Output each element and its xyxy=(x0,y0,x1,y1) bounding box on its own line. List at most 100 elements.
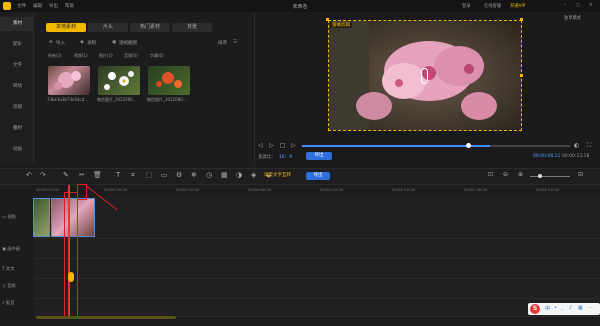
media-name-image-2: 微信图片_2022080... xyxy=(147,97,187,102)
ime-logo[interactable]: S xyxy=(530,304,540,314)
zoom-fit-icon[interactable]: ⊡ xyxy=(488,171,493,178)
total-time: 00:00:13.18 xyxy=(562,154,590,159)
text-track[interactable] xyxy=(34,259,600,279)
speed-icon[interactable]: ⚙ xyxy=(176,171,182,179)
next-frame-icon[interactable]: ▷ xyxy=(291,142,296,149)
crop-icon[interactable]: ⌗ xyxy=(131,171,135,180)
voiceover-track[interactable] xyxy=(34,299,600,317)
filter-all[interactable]: 所有(3) xyxy=(48,53,62,59)
voice-to-text-button[interactable]: 语音文字互转 xyxy=(264,172,291,178)
settings-icon[interactable]: ⊟ xyxy=(578,171,583,178)
tab-intro[interactable]: 片头 xyxy=(88,23,128,32)
resize-handle[interactable] xyxy=(520,74,523,77)
prev-frame-icon[interactable]: ◁ xyxy=(258,142,263,149)
filter-image[interactable]: 图片(2) xyxy=(99,53,113,59)
clock-icon[interactable]: ◷ xyxy=(206,171,212,179)
filter-subtitle[interactable]: 字幕(0) xyxy=(150,53,164,59)
ime-punct-icon[interactable]: 、 xyxy=(561,305,566,312)
ime-keyboard-icon[interactable]: ▦ xyxy=(578,305,583,311)
sidebar-item-material[interactable]: 素材 xyxy=(0,17,34,31)
audio-track[interactable] xyxy=(34,279,600,299)
menu-icon[interactable]: ☰ xyxy=(233,40,237,45)
sidebar-item-filter[interactable]: 滤镜 xyxy=(0,101,34,115)
fullscreen-icon[interactable]: ⛶ xyxy=(587,142,591,150)
record-button[interactable]: 录制 xyxy=(87,40,96,46)
record-icon[interactable]: ◉ xyxy=(80,40,84,45)
play-icon[interactable]: ▷ xyxy=(269,142,274,149)
ruler-tick-label: 00:01:20.00 xyxy=(392,187,416,192)
media-thumb-video[interactable] xyxy=(48,66,90,95)
current-time: 00:00:08.11 xyxy=(533,154,561,159)
volume-icon[interactable]: ◐ xyxy=(574,142,579,149)
ruler-tick-label: 00:00:16.00 xyxy=(104,187,128,192)
track-label-voiceover: ♪ 配音 xyxy=(2,300,15,305)
color-icon[interactable]: ◑ xyxy=(236,171,242,179)
login-link[interactable]: 登录 xyxy=(462,3,471,9)
ime-dot-icon[interactable]: • xyxy=(554,305,557,311)
timeline-scrollbar[interactable] xyxy=(36,316,176,319)
canvas-handle-icon[interactable] xyxy=(421,68,428,84)
audio-track-icon: ♫ xyxy=(2,283,6,288)
video-icon[interactable]: ▭ xyxy=(161,171,168,179)
frame-icon[interactable]: ▣ xyxy=(112,40,116,45)
stop-icon[interactable]: □ xyxy=(280,142,286,149)
video-track[interactable] xyxy=(34,195,600,239)
resize-handle[interactable] xyxy=(326,18,329,21)
tab-hot-material[interactable]: 热门素材 xyxy=(130,23,170,32)
playhead[interactable] xyxy=(68,185,70,318)
resize-handle[interactable] xyxy=(520,18,523,21)
ime-mic-icon[interactable]: ♪ xyxy=(569,305,572,311)
minimize-button[interactable]: – xyxy=(564,3,566,8)
tab-background[interactable]: 背景 xyxy=(172,23,212,32)
filter-icon[interactable]: ◈ xyxy=(251,171,256,179)
preview-export-button[interactable]: 导出 xyxy=(306,152,332,160)
watermark: 蜜蜂剪辑 xyxy=(330,22,352,28)
scissors-icon[interactable]: ✂ xyxy=(79,171,85,179)
import-icon[interactable]: ⊕ xyxy=(49,40,53,45)
ruler-tick-label: 00:00:32.00 xyxy=(176,187,200,192)
sidebar-item-transition[interactable]: 转场 xyxy=(0,80,34,94)
ime-more-icon[interactable]: ⋯ xyxy=(588,305,593,311)
track-label-pip: ▣ 画中画 xyxy=(2,246,20,251)
pen-icon[interactable]: ✎ xyxy=(63,171,69,179)
import-button[interactable]: 导入 xyxy=(56,40,65,46)
pip-track[interactable] xyxy=(34,239,600,259)
redo-icon[interactable]: ↷ xyxy=(40,171,46,179)
timeline-clip-image-1[interactable] xyxy=(33,198,50,237)
text-icon[interactable]: T xyxy=(116,171,120,179)
sidebar-item-music[interactable]: 配乐 xyxy=(0,38,34,52)
ratio-label: 宽高比： xyxy=(258,155,276,160)
media-thumb-image-2[interactable] xyxy=(148,66,190,95)
frame-capture-button[interactable]: 逐帧截图 xyxy=(119,40,137,46)
freeze-icon[interactable]: ❄ xyxy=(191,171,197,179)
support-link[interactable]: 在线客服 xyxy=(484,3,501,9)
sort-button[interactable]: 排序 xyxy=(218,40,227,46)
sidebar-item-text[interactable]: 文字 xyxy=(0,59,34,73)
ratio-value[interactable]: 16：9 xyxy=(279,154,292,160)
media-thumb-image-1[interactable] xyxy=(98,66,140,95)
delete-icon[interactable]: 🗑 xyxy=(93,171,102,179)
ruler-tick-label: 00:01:04.00 xyxy=(320,187,344,192)
tab-local-material[interactable]: 本地素材 xyxy=(46,23,86,32)
close-button[interactable]: ✕ xyxy=(589,3,593,8)
sidebar-item-animation[interactable]: 动画 xyxy=(0,143,34,157)
edit-toolbar xyxy=(0,168,600,185)
undo-icon[interactable]: ↶ xyxy=(26,171,32,179)
zoom-slider[interactable] xyxy=(530,176,570,177)
zoom-slider-knob[interactable] xyxy=(538,174,542,178)
progress-knob[interactable] xyxy=(466,143,471,148)
keyframe-icon[interactable]: ⬚ xyxy=(146,171,153,179)
ime-chinese-icon[interactable]: 中 xyxy=(545,305,550,312)
toolbar-export-button[interactable]: 导出 xyxy=(306,172,330,180)
filter-audio[interactable]: 音频(0) xyxy=(124,53,138,59)
zoom-out-icon[interactable]: ⊖ xyxy=(503,171,508,178)
vip-link[interactable]: 开通VIP xyxy=(510,3,525,9)
filter-video[interactable]: 视频(1) xyxy=(74,53,88,59)
track-label-audio: ♫ 音频 xyxy=(2,283,16,288)
maximize-button[interactable]: ▢ xyxy=(576,3,580,8)
playhead-audio-marker[interactable] xyxy=(68,272,74,282)
zoom-in-icon[interactable]: ⊕ xyxy=(518,171,523,178)
mosaic-icon[interactable]: ▦ xyxy=(221,171,228,179)
exclusive-mode-button[interactable]: 独享模式 xyxy=(564,15,581,21)
sidebar-item-overlay[interactable]: 叠附 xyxy=(0,122,34,136)
